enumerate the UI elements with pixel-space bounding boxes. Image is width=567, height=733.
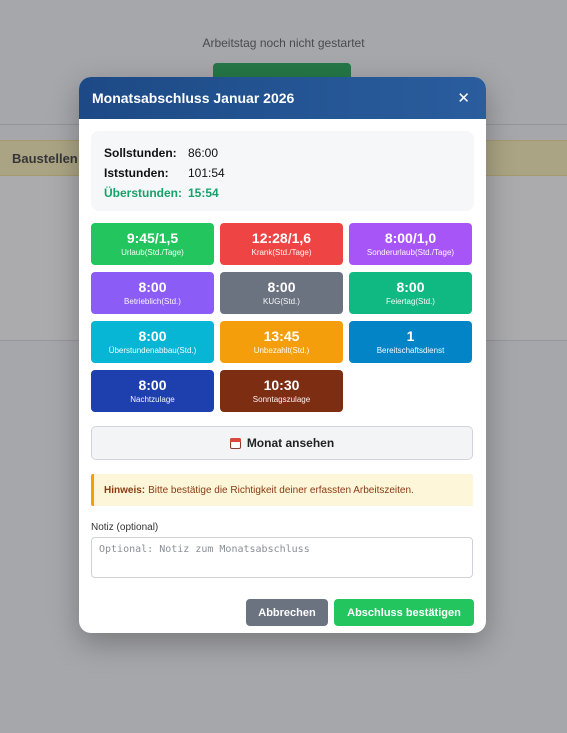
tile-label: Überstundenabbau(Std.) (108, 346, 197, 355)
ist-value: 101:54 (188, 166, 225, 180)
dialog-footer: Abbrechen Abschluss bestätigen (91, 599, 474, 626)
tile-value: 13:45 (263, 328, 300, 344)
tile-label: Unbezahlt(Std.) (253, 346, 310, 355)
tile-value: 8:00 (138, 279, 167, 295)
hours-summary: Sollstunden: 86:00 Iststunden: 101:54 Üb… (91, 131, 474, 211)
tile-value: 8:00 (396, 279, 425, 295)
summary-row-ist: Iststunden: 101:54 (104, 163, 460, 183)
view-month-label: Monat ansehen (246, 436, 335, 450)
category-tiles: 9:45/1,5 Urlaub(Std./Tage) 12:28/1,6 Krank… (91, 223, 474, 412)
tile-bereitschaftsdienst[interactable]: 1 Bereitschaftsdienst (349, 321, 472, 363)
tile-value: 10:30 (263, 377, 300, 393)
summary-row-ueberstunden: Überstunden: 15:54 (104, 183, 460, 203)
hint-strong: Hinweis: (104, 484, 146, 496)
tile-sonntagszulage[interactable]: 10:30 Sonntagszulage (220, 370, 343, 412)
ueberstunden-value: 15:54 (188, 186, 219, 200)
tile-label: Feiertag(Std.) (386, 297, 435, 306)
tile-label: Sonderurlaub(Std./Tage) (366, 248, 455, 257)
tile-label: Krank(Std./Tage) (251, 248, 312, 257)
tile-urlaub[interactable]: 9:45/1,5 Urlaub(Std./Tage) (91, 223, 214, 265)
cancel-button[interactable]: Abbrechen (246, 599, 328, 626)
close-icon[interactable]: ✕ (457, 90, 470, 106)
tile-value: 12:28/1,6 (251, 230, 312, 246)
tile-label: Urlaub(Std./Tage) (121, 248, 184, 257)
tile-value: 8:00/1,0 (384, 230, 437, 246)
dialog-title: Monatsabschluss Januar 2026 (92, 90, 295, 106)
tile-value: 8:00 (267, 279, 296, 295)
notiz-label: Notiz (optional) (91, 522, 159, 533)
soll-label: Sollstunden: (104, 146, 177, 160)
tile-betrieblich[interactable]: 8:00 Betrieblich(Std.) (91, 272, 214, 314)
tile-sonderurlaub[interactable]: 8:00/1,0 Sonderurlaub(Std./Tage) (349, 223, 472, 265)
tile-label: Bereitschaftsdienst (376, 346, 445, 355)
tile-unbezahlt[interactable]: 13:45 Unbezahlt(Std.) (220, 321, 343, 363)
tile-feiertag[interactable]: 8:00 Feiertag(Std.) (349, 272, 472, 314)
tile-value: 8:00 (138, 328, 167, 344)
notiz-input[interactable] (91, 537, 473, 578)
soll-value: 86:00 (188, 146, 219, 160)
tile-ueberstundenabbau[interactable]: 8:00 Überstundenabbau(Std.) (91, 321, 214, 363)
calendar-icon (229, 437, 241, 449)
hint-text: Bitte bestätige die Richtigkeit deiner e… (148, 484, 414, 496)
tile-value: 8:00 (138, 377, 167, 393)
tile-kug[interactable]: 8:00 KUG(Std.) (220, 272, 343, 314)
tile-nachtzulage[interactable]: 8:00 Nachtzulage (91, 370, 214, 412)
tile-value: 1 (406, 328, 415, 344)
tile-value: 9:45/1,5 (126, 230, 179, 246)
tile-krank[interactable]: 12:28/1,6 Krank(Std./Tage) (220, 223, 343, 265)
tile-label: Betrieblich(Std.) (124, 297, 181, 306)
dialog-header: Monatsabschluss Januar 2026 ✕ (79, 77, 486, 119)
confirm-closing-button[interactable]: Abschluss bestätigen (334, 599, 474, 626)
ueberstunden-label: Überstunden: (104, 186, 182, 200)
summary-row-soll: Sollstunden: 86:00 (104, 143, 460, 163)
tile-label: KUG(Std.) (263, 297, 300, 306)
view-month-button[interactable]: Monat ansehen (91, 426, 473, 460)
month-closing-dialog: Monatsabschluss Januar 2026 ✕ Sollstunde… (79, 77, 486, 633)
tile-label: Nachtzulage (130, 395, 175, 404)
tile-label: Sonntagszulage (252, 395, 311, 404)
ist-label: Iststunden: (104, 166, 169, 180)
confirmation-hint: Hinweis: Bitte bestätige die Richtigkeit… (91, 474, 473, 506)
